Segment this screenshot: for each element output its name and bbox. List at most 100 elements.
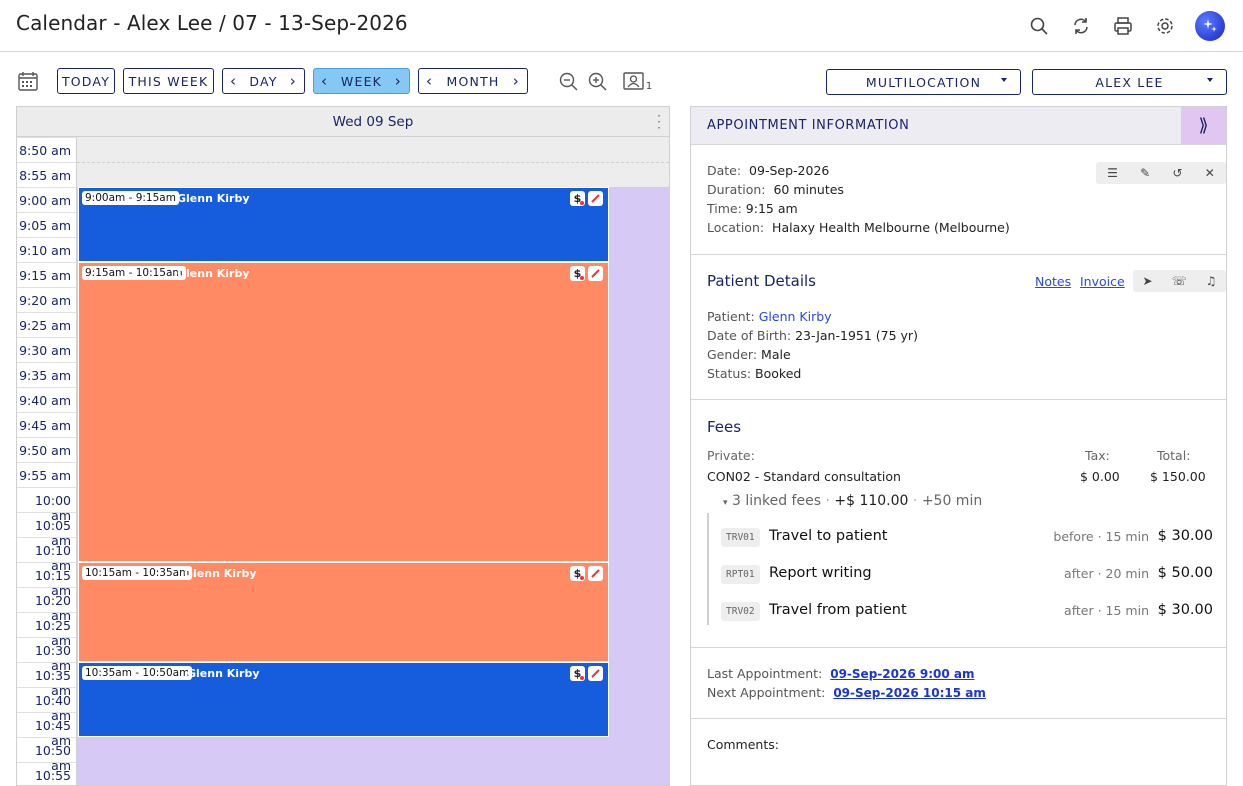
practitioner-select-value[interactable]: ALEX LEE xyxy=(1095,75,1163,90)
chevron-right-icon[interactable]: › xyxy=(290,73,297,89)
chevron-left-icon[interactable]: ‹ xyxy=(321,73,328,89)
last-appointment-link[interactable]: 09-Sep-2026 9:00 am xyxy=(830,667,974,681)
time-slot-label: 8:55 am xyxy=(17,162,77,187)
calendar-picker-icon[interactable] xyxy=(15,68,41,94)
last-appointment-row: Last Appointment: 09-Sep-2026 9:00 am xyxy=(707,666,974,681)
location-row: Location: Halaxy Health Melbourne (Melbo… xyxy=(707,220,1010,235)
search-icon[interactable] xyxy=(1026,13,1052,39)
resource-view-icon[interactable]: 1 xyxy=(619,68,655,94)
dob-value: 23-Jan-1951 (75 yr) xyxy=(795,328,918,343)
appointment-block[interactable]: 10:35am - 10:50am Glenn Kirby $ xyxy=(78,662,609,737)
fee-total: $ 150.00 xyxy=(1150,469,1206,484)
settings-icon[interactable] xyxy=(1152,13,1178,39)
gender-row: Gender: Male xyxy=(707,347,791,362)
time-slot-label: 9:50 am xyxy=(17,437,77,462)
duration-label: Duration: xyxy=(707,182,766,197)
this-week-button[interactable]: THIS WEEK xyxy=(123,68,214,94)
patient-name-link[interactable]: Glenn Kirby xyxy=(759,309,832,324)
print-icon[interactable] xyxy=(1110,13,1136,39)
next-appointment-label: Next Appointment: xyxy=(707,685,826,700)
linked-fee-row: TRV01 Travel to patient before · 15 min … xyxy=(721,526,1213,550)
notes-link[interactable]: Notes xyxy=(1035,274,1071,289)
fee-code: TRV02 xyxy=(721,602,760,621)
section-divider xyxy=(691,647,1226,648)
chevron-right-icon[interactable]: › xyxy=(395,73,402,89)
month-nav[interactable]: ‹ MONTH › xyxy=(418,68,528,94)
invoice-link[interactable]: Invoice xyxy=(1080,274,1125,289)
list-icon[interactable]: ☰ xyxy=(1107,166,1118,180)
edit-icon[interactable] xyxy=(588,666,603,681)
week-button-label[interactable]: WEEK xyxy=(341,74,382,89)
appointment-block[interactable]: 9:15am - 10:15am Glenn Kirby $ xyxy=(78,262,609,562)
ai-sparkle-icon[interactable] xyxy=(1195,11,1225,41)
reschedule-icon[interactable]: ↺ xyxy=(1172,166,1182,180)
send-icon[interactable]: ➤ xyxy=(1143,274,1153,288)
edit-icon[interactable] xyxy=(588,191,603,206)
time-slot-label: 9:00 am xyxy=(17,187,77,212)
private-label: Private: xyxy=(707,448,755,463)
zoom-in-icon[interactable] xyxy=(585,69,611,95)
gender-value: Male xyxy=(761,347,791,362)
chevron-left-icon[interactable]: ‹ xyxy=(426,73,433,89)
slot-divider xyxy=(77,162,669,163)
appointment-time: 9:15am - 10:15am xyxy=(82,266,186,280)
more-options-icon[interactable]: · · · xyxy=(657,110,661,134)
edit-icon[interactable] xyxy=(588,566,603,581)
location-label: Location: xyxy=(707,220,765,235)
billing-icon[interactable]: $ xyxy=(570,666,585,681)
date-row: Date: 09-Sep-2026 xyxy=(707,163,829,178)
caret-down-icon[interactable]: ▾ xyxy=(723,498,728,508)
location-select-value[interactable]: MULTILOCATION xyxy=(866,75,981,90)
patient-label: Patient: xyxy=(707,309,755,324)
caret-down-icon[interactable] xyxy=(1001,78,1007,82)
time-row: Time: 9:15 am xyxy=(707,201,798,216)
day-column[interactable]: 9:00am - 9:15am Glenn Kirby $ 9:15am - 1… xyxy=(77,137,669,785)
billing-icon[interactable]: $ xyxy=(570,266,585,281)
appointment-block[interactable]: 10:15am - 10:35am Glenn Kirby $ xyxy=(78,562,609,662)
zoom-out-icon[interactable] xyxy=(556,69,582,95)
patient-row: Patient: Glenn Kirby xyxy=(707,309,832,324)
next-appointment-row: Next Appointment: 09-Sep-2026 10:15 am xyxy=(707,685,986,700)
day-nav[interactable]: ‹ DAY › xyxy=(222,68,305,94)
fee-item: CON02 - Standard consultation xyxy=(707,469,901,484)
billing-icon[interactable]: $ xyxy=(570,191,585,206)
last-appointment-label: Last Appointment: xyxy=(707,666,823,681)
time-slot-label: 9:25 am xyxy=(17,312,77,337)
fee-timing: after · 15 min xyxy=(1064,603,1149,618)
chevron-right-icon[interactable]: › xyxy=(513,73,520,89)
phone-icon[interactable]: ☏ xyxy=(1172,274,1187,288)
time-slot-label: 9:45 am xyxy=(17,412,77,437)
time-value: 9:15 am xyxy=(745,201,798,216)
linked-fees-toggle[interactable]: ▾ 3 linked fees · +$ 110.00 · +50 min xyxy=(723,493,982,509)
panel-header: APPOINTMENT INFORMATION ⟫ xyxy=(691,107,1226,145)
week-nav[interactable]: ‹ WEEK › xyxy=(313,68,410,94)
location-select[interactable]: MULTILOCATION xyxy=(826,69,1021,95)
duration-row: Duration: 60 minutes xyxy=(707,182,844,197)
section-divider xyxy=(691,254,1226,255)
next-appointment-link[interactable]: 09-Sep-2026 10:15 am xyxy=(833,686,986,700)
day-column-label[interactable]: Wed 09 Sep xyxy=(77,114,669,130)
month-button-label[interactable]: MONTH xyxy=(446,74,499,89)
appointment-patient: Glenn Kirby xyxy=(177,192,250,205)
calendar-grid: Wed 09 Sep · · · 8:50 am 8:55 am 9:00 am 9:05… xyxy=(16,106,670,786)
edit-icon[interactable] xyxy=(588,266,603,281)
fee-code: TRV01 xyxy=(721,528,760,547)
practitioner-select[interactable]: ALEX LEE xyxy=(1032,69,1227,95)
chevron-left-icon[interactable]: ‹ xyxy=(230,73,237,89)
day-button-label[interactable]: DAY xyxy=(249,74,277,89)
today-button[interactable]: TODAY xyxy=(57,68,115,94)
linked-fees-time: +50 min xyxy=(921,493,983,509)
gender-label: Gender: xyxy=(707,347,758,362)
close-icon[interactable]: ✕ xyxy=(1205,166,1215,180)
bell-icon[interactable]: ♫ xyxy=(1206,274,1217,288)
dob-row: Date of Birth: 23-Jan-1951 (75 yr) xyxy=(707,328,918,343)
edit-icon[interactable]: ✎ xyxy=(1140,166,1150,180)
refresh-icon[interactable] xyxy=(1068,13,1094,39)
caret-down-icon[interactable] xyxy=(1207,78,1213,82)
fee-timing: after · 20 min xyxy=(1064,566,1149,581)
billing-icon[interactable]: $ xyxy=(570,566,585,581)
calendar-header: Wed 09 Sep · · · xyxy=(17,107,669,137)
collapse-panel-icon[interactable]: ⟫ xyxy=(1181,107,1226,144)
appointment-block[interactable]: 9:00am - 9:15am Glenn Kirby $ xyxy=(78,187,609,262)
linked-fee-row: RPT01 Report writing after · 20 min $ 50… xyxy=(721,563,1213,587)
